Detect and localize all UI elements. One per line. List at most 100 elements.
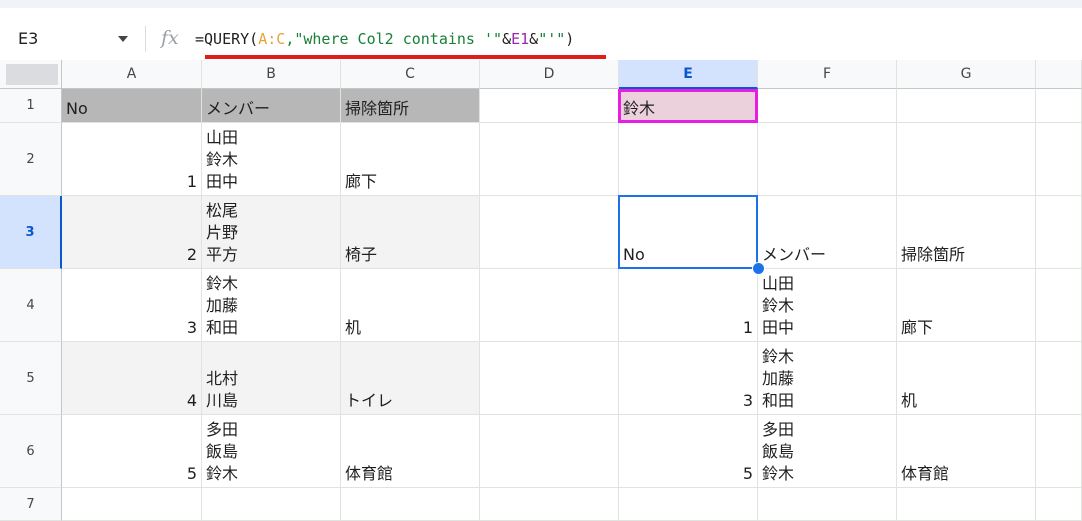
row-header-7[interactable]: 7: [0, 488, 62, 521]
cell-value: 5: [186, 464, 197, 483]
cell-value: 3: [186, 318, 197, 337]
cell-c4[interactable]: 机: [341, 269, 480, 342]
cell-a3[interactable]: 2: [62, 196, 202, 269]
cell-a7[interactable]: [62, 488, 202, 521]
cell-c2[interactable]: 廊下: [341, 123, 480, 196]
cell-f7[interactable]: [758, 488, 897, 521]
cell-h7[interactable]: [1036, 488, 1082, 521]
row-header-2[interactable]: 2: [0, 123, 62, 196]
cell-value: 多田 飯島 鈴木: [762, 420, 795, 483]
select-all-corner[interactable]: [0, 60, 62, 89]
cell-value: 鈴木 加藤 和田: [762, 347, 795, 410]
column-header-extra[interactable]: [1036, 60, 1082, 89]
cell-value: トイレ: [345, 391, 394, 410]
cell-value: 山田 鈴木 田中: [206, 128, 239, 191]
cell-value: 2: [186, 245, 197, 264]
cell-g1[interactable]: [897, 89, 1036, 123]
cell-d2[interactable]: [480, 123, 619, 196]
cell-value: 掃除箇所: [345, 99, 410, 118]
cell-value: 1: [186, 172, 197, 191]
cell-c3[interactable]: 椅子: [341, 196, 480, 269]
column-header-f[interactable]: F: [758, 60, 897, 89]
name-box[interactable]: E3: [18, 29, 38, 48]
column-header-e[interactable]: E: [619, 60, 758, 89]
cell-a6[interactable]: 5: [62, 415, 202, 488]
cell-d5[interactable]: [480, 342, 619, 415]
cell-e6[interactable]: 5: [619, 415, 758, 488]
cell-e4[interactable]: 1: [619, 269, 758, 342]
cell-d6[interactable]: [480, 415, 619, 488]
cell-g5[interactable]: 机: [897, 342, 1036, 415]
cell-value: 体育館: [345, 464, 394, 483]
cell-value: 3: [742, 391, 753, 410]
row-header-1[interactable]: 1: [0, 89, 62, 123]
cell-c6[interactable]: 体育館: [341, 415, 480, 488]
cell-d4[interactable]: [480, 269, 619, 342]
cell-h3[interactable]: [1036, 196, 1082, 269]
cell-c7[interactable]: [341, 488, 480, 521]
row-header-6[interactable]: 6: [0, 415, 62, 488]
cell-value: 廊下: [345, 172, 378, 191]
cell-value: 机: [901, 391, 918, 410]
cell-value: 山田 鈴木 田中: [762, 274, 795, 337]
cell-g7[interactable]: [897, 488, 1036, 521]
cell-b6[interactable]: 多田 飯島 鈴木: [202, 415, 341, 488]
cell-g2[interactable]: [897, 123, 1036, 196]
cell-value: 4: [186, 391, 197, 410]
cell-a4[interactable]: 3: [62, 269, 202, 342]
row-header-3[interactable]: 3: [0, 196, 62, 269]
cell-f2[interactable]: [758, 123, 897, 196]
cell-c1[interactable]: 掃除箇所: [341, 89, 480, 123]
cell-c5[interactable]: トイレ: [341, 342, 480, 415]
formula-token: E1: [511, 30, 530, 48]
cell-f3[interactable]: メンバー: [758, 196, 897, 269]
cell-g6[interactable]: 体育館: [897, 415, 1036, 488]
cell-g3[interactable]: 掃除箇所: [897, 196, 1036, 269]
cell-a2[interactable]: 1: [62, 123, 202, 196]
cell-e5[interactable]: 3: [619, 342, 758, 415]
cell-d7[interactable]: [480, 488, 619, 521]
formula-input[interactable]: =QUERY(A:C,"where Col2 contains '"&E1&"'…: [195, 30, 574, 48]
cell-e2[interactable]: [619, 123, 758, 196]
cell-e7[interactable]: [619, 488, 758, 521]
cell-b7[interactable]: [202, 488, 341, 521]
row-header-4[interactable]: 4: [0, 269, 62, 342]
formula-token: &: [502, 30, 512, 48]
cell-d1[interactable]: [480, 89, 619, 123]
cell-a5[interactable]: 4: [62, 342, 202, 415]
cell-b2[interactable]: 山田 鈴木 田中: [202, 123, 341, 196]
cell-h6[interactable]: [1036, 415, 1082, 488]
cell-h1[interactable]: [1036, 89, 1082, 123]
cell-b5[interactable]: 北村 川島: [202, 342, 341, 415]
cell-value: 5: [742, 464, 753, 483]
column-header-d[interactable]: D: [480, 60, 619, 89]
cell-e1[interactable]: 鈴木: [619, 89, 758, 123]
column-header-a[interactable]: A: [62, 60, 202, 89]
cell-value: メンバー: [762, 245, 827, 264]
cell-g4[interactable]: 廊下: [897, 269, 1036, 342]
cell-h4[interactable]: [1036, 269, 1082, 342]
cell-h5[interactable]: [1036, 342, 1082, 415]
cell-a1[interactable]: No: [62, 89, 202, 123]
cell-value: 鈴木: [623, 99, 656, 118]
row-header-5[interactable]: 5: [0, 342, 62, 415]
cell-f1[interactable]: [758, 89, 897, 123]
cell-b3[interactable]: 松尾 片野 平方: [202, 196, 341, 269]
name-box-dropdown-icon[interactable]: [118, 36, 128, 42]
cell-value: 机: [345, 318, 362, 337]
formula-token: A:C: [258, 30, 286, 48]
cell-e3[interactable]: No: [619, 196, 758, 269]
cell-f6[interactable]: 多田 飯島 鈴木: [758, 415, 897, 488]
cell-f5[interactable]: 鈴木 加藤 和田: [758, 342, 897, 415]
browser-top-strip: [0, 0, 1082, 18]
cell-f4[interactable]: 山田 鈴木 田中: [758, 269, 897, 342]
column-header-c[interactable]: C: [341, 60, 480, 89]
cell-d3[interactable]: [480, 196, 619, 269]
cell-h2[interactable]: [1036, 123, 1082, 196]
fill-handle[interactable]: [752, 262, 765, 275]
cell-value: No: [66, 99, 88, 118]
column-header-b[interactable]: B: [202, 60, 341, 89]
cell-b1[interactable]: メンバー: [202, 89, 341, 123]
cell-b4[interactable]: 鈴木 加藤 和田: [202, 269, 341, 342]
column-header-g[interactable]: G: [897, 60, 1036, 89]
